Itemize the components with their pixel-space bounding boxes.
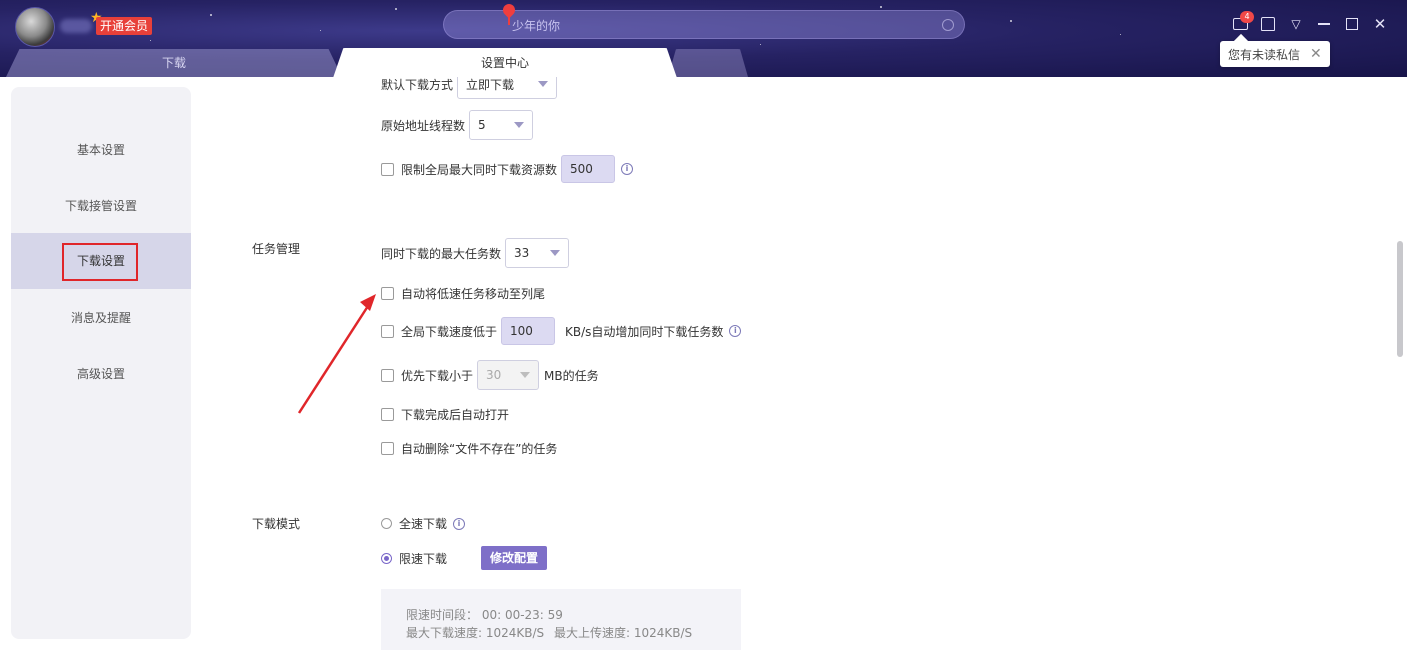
annotation-arrow [297,294,376,414]
